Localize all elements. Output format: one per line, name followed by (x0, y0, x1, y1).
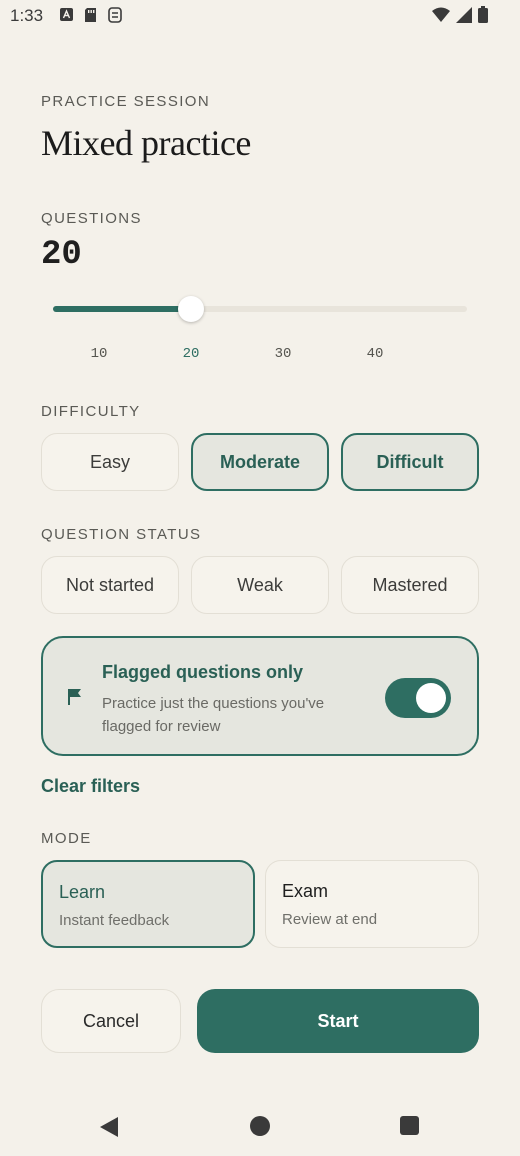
mode-card-learn[interactable]: Learn Instant feedback (41, 860, 255, 948)
session-eyebrow: PRACTICE SESSION (41, 93, 211, 110)
difficulty-chip-easy[interactable]: Easy (41, 433, 179, 491)
mode-exam-subtitle: Review at end (282, 911, 378, 928)
difficulty-label: DIFFICULTY (41, 403, 141, 420)
system-icons (432, 6, 488, 23)
flag-icon (68, 689, 81, 705)
status-chip-mastered[interactable]: Mastered (341, 556, 479, 614)
battery-icon (478, 6, 488, 23)
home-icon[interactable] (250, 1116, 270, 1136)
mode-learn-title: Learn (59, 882, 106, 902)
mode-label: MODE (41, 830, 92, 847)
wifi-icon (432, 7, 450, 22)
mode-learn-subtitle: Instant feedback (59, 912, 170, 929)
start-button[interactable]: Start (197, 989, 479, 1053)
slider-tick-30: 30 (274, 346, 292, 362)
status-chip-not-started[interactable]: Not started (41, 556, 179, 614)
font-app-icon (60, 8, 73, 21)
toggle-knob (416, 683, 446, 713)
slider-fill (53, 306, 191, 312)
notification-icons (60, 7, 122, 23)
flagged-subtitle: Practice just the questions you've flagg… (102, 695, 325, 735)
question-count: 20 (41, 236, 82, 274)
page-title: Mixed practice (41, 123, 251, 163)
mode-exam-title: Exam (282, 881, 329, 901)
status-bar: 1:33 (0, 0, 520, 32)
mode-card-exam[interactable]: Exam Review at end (265, 860, 479, 948)
slider-tick-10: 10 (90, 346, 108, 362)
cancel-button[interactable]: Cancel (41, 989, 181, 1053)
slider-tick-20: 20 (182, 346, 200, 362)
recent-apps-icon[interactable] (400, 1116, 419, 1135)
difficulty-chip-difficult[interactable]: Difficult (341, 433, 479, 491)
system-nav-bar (0, 1100, 520, 1156)
slider-thumb[interactable] (178, 296, 204, 322)
flagged-title: Flagged questions only (102, 662, 304, 682)
questions-label: QUESTIONS (41, 210, 142, 227)
flagged-only-card[interactable]: Flagged questions only Practice just the… (41, 636, 479, 756)
clear-filters-link[interactable]: Clear filters (41, 776, 140, 797)
slider-tick-40: 40 (366, 346, 384, 362)
back-icon[interactable] (99, 1116, 119, 1138)
sd-card-icon (85, 8, 96, 22)
status-time: 1:33 (10, 6, 44, 25)
question-count-slider[interactable] (53, 296, 467, 322)
difficulty-chip-moderate[interactable]: Moderate (191, 433, 329, 491)
flagged-toggle[interactable] (385, 678, 451, 718)
status-chip-weak[interactable]: Weak (191, 556, 329, 614)
signal-icon (456, 6, 472, 23)
question-status-label: QUESTION STATUS (41, 526, 202, 543)
sync-icon (108, 7, 122, 23)
